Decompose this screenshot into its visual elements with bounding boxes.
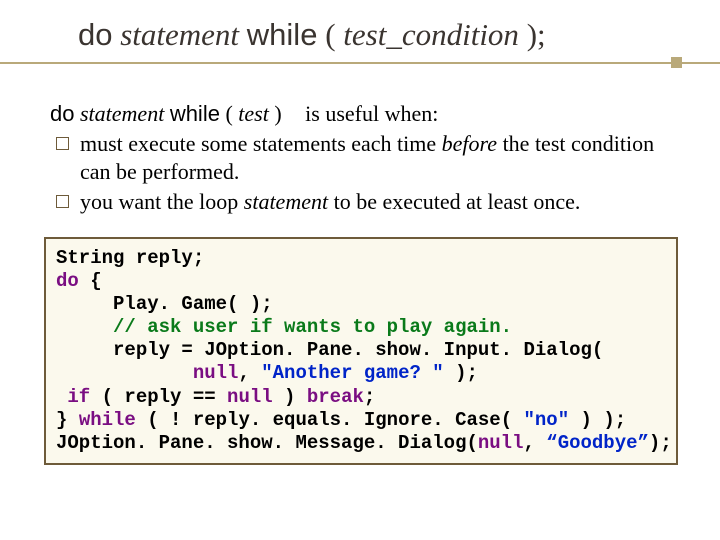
code-l8-string: "no" bbox=[524, 409, 570, 431]
code-l9-null: null bbox=[478, 432, 524, 454]
code-l8-while: while bbox=[79, 409, 136, 431]
code-block: String reply; do { Play. Game( ); // ask… bbox=[44, 237, 678, 466]
title-word-test-condition: test_condition bbox=[343, 17, 519, 52]
code-l6-e: ); bbox=[444, 362, 478, 384]
code-l7-c: ( reply == bbox=[90, 386, 227, 408]
code-l7-a bbox=[56, 386, 67, 408]
slide-title-area: do statement while ( test_condition ); bbox=[0, 0, 720, 78]
title-keyword-while: while bbox=[247, 17, 318, 52]
code-l7-null: null bbox=[227, 386, 273, 408]
code-l8-a: } bbox=[56, 409, 79, 431]
bullet-2: you want the loop statement to be execut… bbox=[50, 188, 680, 216]
intro-keyword-while: while bbox=[170, 101, 220, 126]
bullet-1: must execute some statements each time b… bbox=[50, 130, 680, 186]
intro-word-statement: statement bbox=[80, 101, 164, 126]
code-l6-null: null bbox=[193, 362, 239, 384]
code-l4-comment: // ask user if wants to play again. bbox=[56, 316, 512, 338]
intro-paren-open: ( bbox=[225, 101, 232, 126]
bullet-list: must execute some statements each time b… bbox=[50, 130, 680, 216]
intro-word-test: test bbox=[238, 101, 269, 126]
code-l5: reply = JOption. Pane. show. Input. Dial… bbox=[56, 339, 603, 361]
slide-title: do statement while ( test_condition ); bbox=[78, 18, 720, 52]
bullet-2-statement: statement bbox=[244, 189, 328, 214]
code-l2-do: do bbox=[56, 270, 79, 292]
intro-keyword-do: do bbox=[50, 101, 74, 126]
code-l8-e: ) ); bbox=[569, 409, 626, 431]
code-l9-a: JOption. Pane. show. Message. Dialog( bbox=[56, 432, 478, 454]
code-l6-a bbox=[56, 362, 193, 384]
bullet-1-text-a: must execute some statements each time bbox=[80, 131, 442, 156]
intro-paren-close: ) bbox=[274, 101, 281, 126]
code-l7-g: ; bbox=[364, 386, 375, 408]
bullet-2-text-c: to be executed at least once. bbox=[328, 189, 580, 214]
code-l1: String reply; bbox=[56, 247, 204, 269]
code-l9-e: ); bbox=[649, 432, 672, 454]
code-l7-break: break bbox=[307, 386, 364, 408]
code-l6-c: , bbox=[238, 362, 261, 384]
code-l2-b: { bbox=[79, 270, 102, 292]
code-l7-e: ) bbox=[273, 386, 307, 408]
code-l7-if: if bbox=[67, 386, 90, 408]
title-keyword-do: do bbox=[78, 17, 112, 52]
bullet-1-before: before bbox=[442, 131, 497, 156]
title-underline bbox=[0, 62, 720, 64]
intro-useful: is useful when: bbox=[287, 101, 438, 126]
code-l9-c: , bbox=[523, 432, 546, 454]
code-l3: Play. Game( ); bbox=[56, 293, 273, 315]
bullet-2-text-a: you want the loop bbox=[80, 189, 244, 214]
title-word-statement: statement bbox=[120, 17, 239, 52]
intro-line: do statement while ( test ) is useful wh… bbox=[50, 100, 680, 128]
body-content: do statement while ( test ) is useful wh… bbox=[0, 78, 720, 217]
title-paren-open: ( bbox=[325, 17, 335, 52]
title-paren-close: ); bbox=[527, 17, 546, 52]
code-l6-string: "Another game? " bbox=[261, 362, 443, 384]
code-l9-string: “Goodbye” bbox=[546, 432, 649, 454]
code-l8-c: ( ! reply. equals. Ignore. Case( bbox=[136, 409, 524, 431]
